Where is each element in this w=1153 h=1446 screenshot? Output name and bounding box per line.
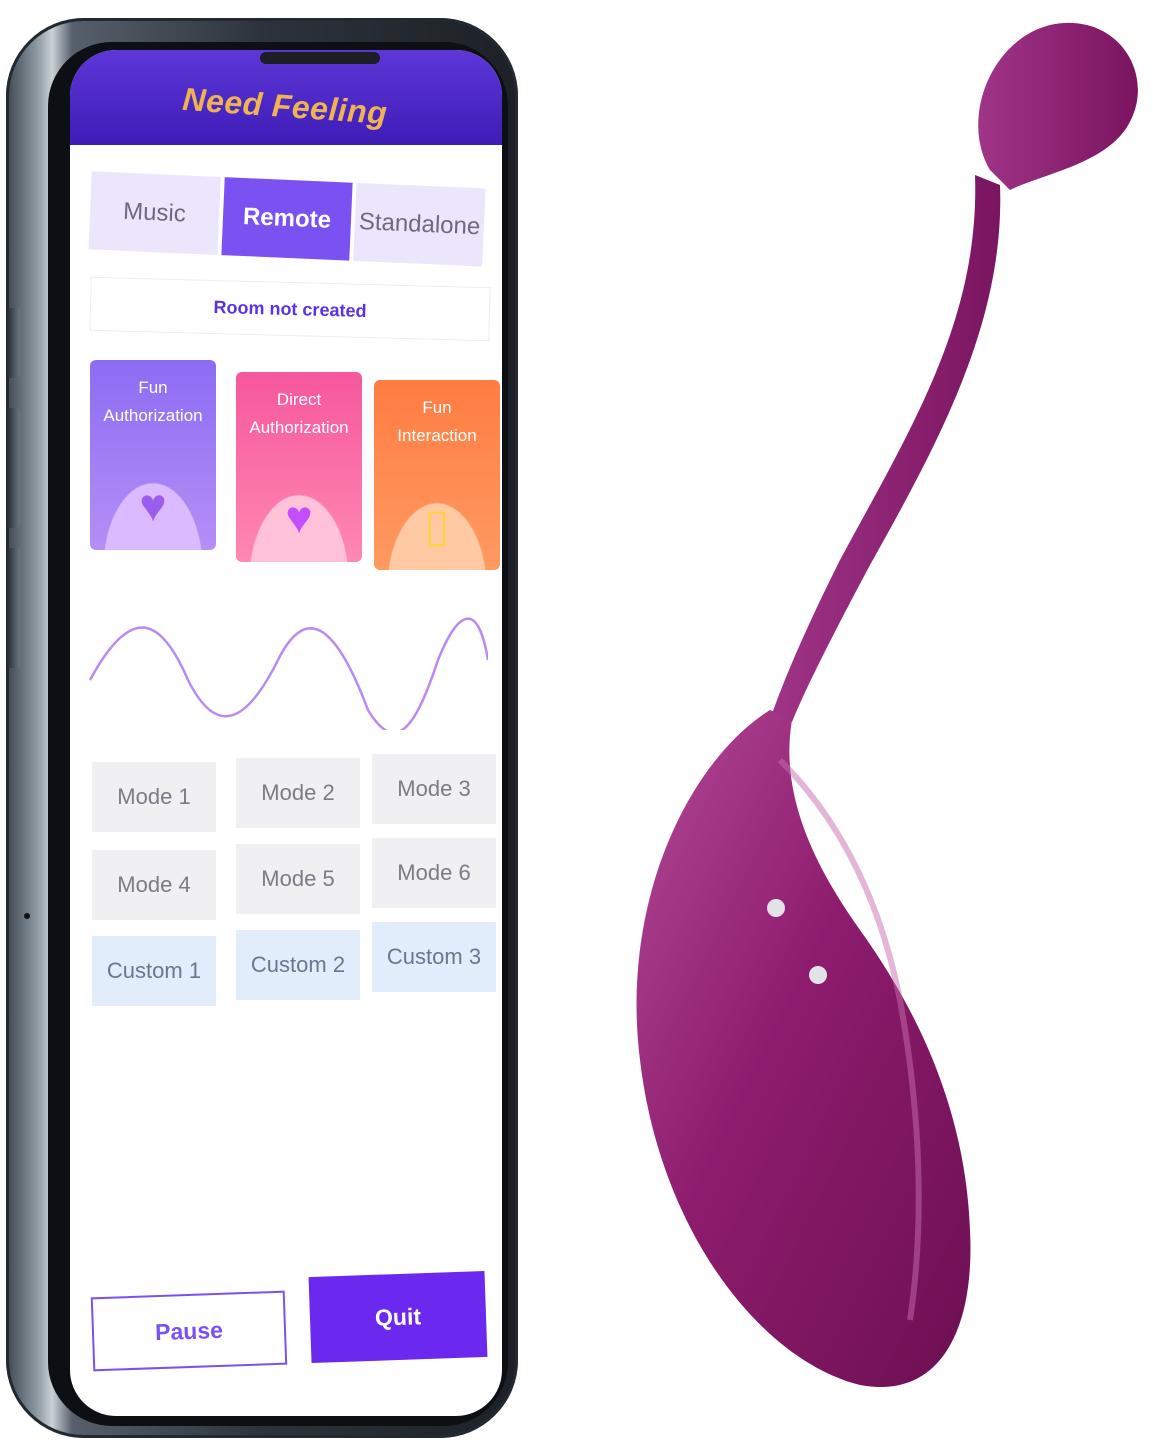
vibration-wave[interactable] [88,600,488,730]
card-title-line2: Interaction [397,426,477,445]
mode-3-button[interactable]: Mode 3 [372,754,496,824]
custom-3-button[interactable]: Custom 3 [372,922,496,992]
tab-standalone[interactable]: Standalone [353,182,486,267]
phone-heart-icon: ▯ [424,499,450,551]
phone-volume-up-button [6,408,20,528]
crystal-ball-heart-icon: ♥ [285,491,313,543]
mode-4-button[interactable]: Mode 4 [92,850,216,920]
card-fun-authorization[interactable]: Fun Authorization ♥ [90,360,216,550]
card-title-line1: Fun [138,378,168,397]
card-title-line1: Direct [276,390,322,409]
app-screen: Need Feeling Music Remote Standalone Roo… [70,50,502,1416]
phone-speaker [260,52,380,64]
pause-button[interactable]: Pause [90,1290,288,1372]
custom-2-button[interactable]: Custom 2 [236,930,360,1000]
mode-6-button[interactable]: Mode 6 [372,838,496,908]
phone-mic-dot [24,913,30,919]
card-title-line1: Fun [422,398,452,417]
room-status: Room not created [89,276,491,342]
card-fun-interaction[interactable]: Fun Interaction ▯ [374,380,500,570]
tab-remote[interactable]: Remote [221,177,353,261]
tab-music[interactable]: Music [88,171,221,255]
product-device-image [636,22,1138,1388]
phone-volume-down-button [6,548,20,668]
heart-icon: ♥ [139,479,167,531]
quit-button[interactable]: Quit [308,1270,488,1364]
mode-5-button[interactable]: Mode 5 [236,844,360,914]
mode-2-button[interactable]: Mode 2 [236,758,360,828]
app-header: Need Feeling [70,50,502,145]
card-direct-authorization[interactable]: Direct Authorization ♥ [236,372,362,562]
card-title-line2: Authorization [249,418,349,437]
custom-1-button[interactable]: Custom 1 [92,936,216,1006]
mode-1-button[interactable]: Mode 1 [92,762,216,832]
card-title-line2: Authorization [103,406,203,425]
app-title: Need Feeling [181,80,389,132]
mode-tabs: Music Remote Standalone [88,171,489,267]
phone-side-button [6,308,20,378]
